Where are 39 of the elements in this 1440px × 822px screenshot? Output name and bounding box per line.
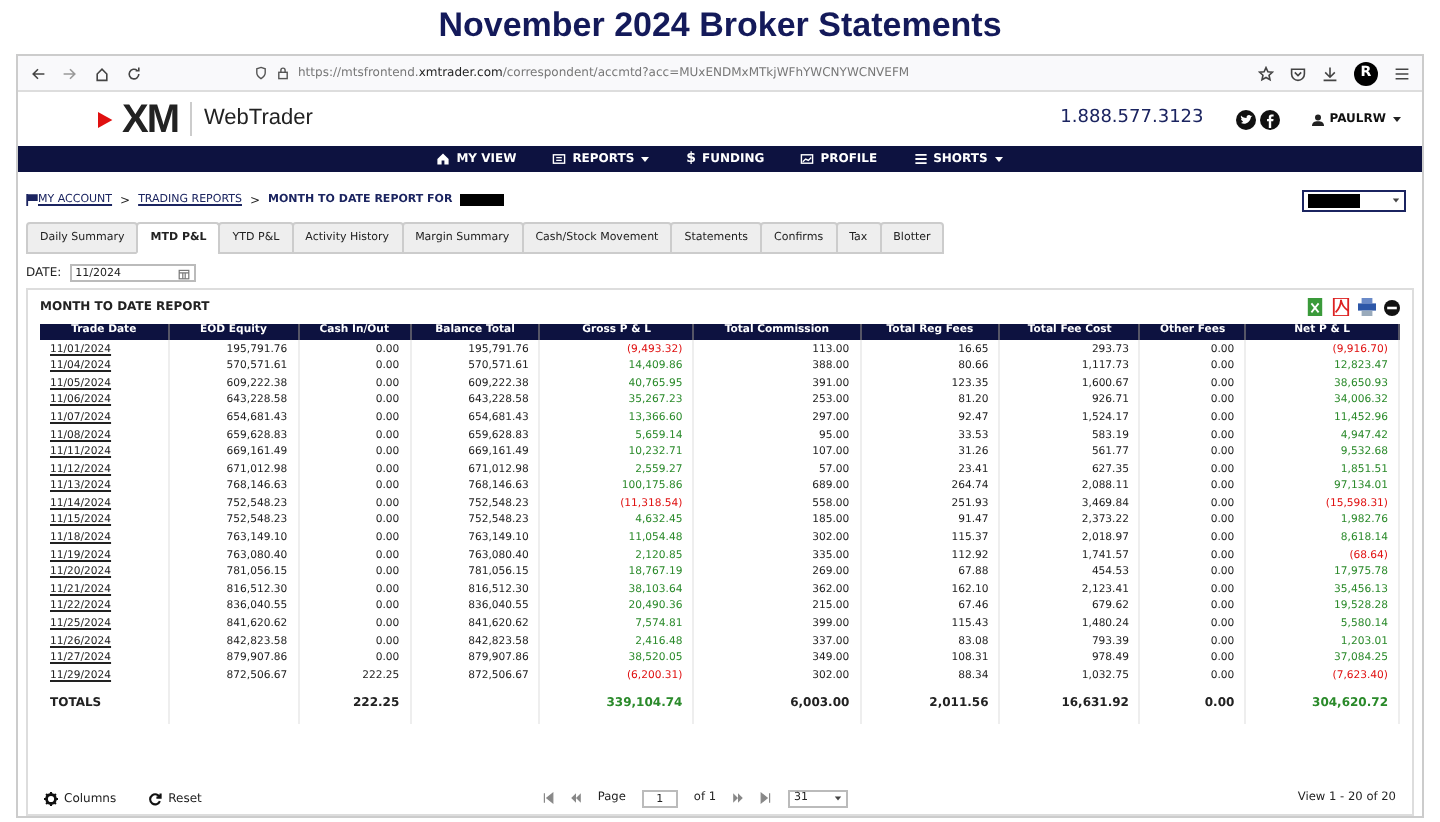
redaction-bar: [460, 194, 505, 206]
redaction-bar: [1308, 193, 1360, 207]
shield-icon: [254, 66, 268, 80]
forward-icon[interactable]: [62, 65, 78, 81]
picture-frame-icon: [800, 152, 815, 166]
logo-text[interactable]: XM: [122, 99, 178, 139]
previous-page-icon[interactable]: [569, 792, 582, 804]
pocket-icon[interactable]: [1290, 65, 1306, 81]
first-page-icon[interactable]: [541, 792, 554, 804]
facebook-icon[interactable]: [1259, 109, 1280, 129]
print-icon[interactable]: [1358, 298, 1376, 317]
refresh-icon: [148, 791, 163, 805]
account-select[interactable]: [1302, 189, 1406, 211]
last-page-icon[interactable]: [760, 792, 773, 804]
download-icon[interactable]: [1322, 65, 1338, 81]
reload-icon[interactable]: [126, 65, 142, 81]
lock-icon: [276, 66, 290, 80]
home-icon[interactable]: [94, 65, 110, 81]
page-title: November 2024 Broker Statements: [436, 4, 1004, 48]
caret-icon: [834, 794, 843, 802]
phone-number: 1.888.577.3123: [1060, 105, 1204, 132]
pdf-icon[interactable]: [1332, 298, 1350, 317]
next-page-icon[interactable]: [732, 792, 745, 804]
product-name: WebTrader: [190, 102, 313, 136]
report-icon: [552, 152, 567, 166]
twitter-icon[interactable]: [1235, 109, 1256, 129]
home-icon: [436, 152, 451, 166]
gear-icon: [44, 791, 58, 805]
back-icon[interactable]: [30, 65, 46, 81]
spreadsheet-icon[interactable]: [1306, 298, 1324, 317]
collapse-icon[interactable]: [1384, 299, 1400, 316]
star-icon[interactable]: [1258, 65, 1274, 81]
menu-icon[interactable]: [1394, 65, 1410, 81]
user-icon: [1311, 113, 1324, 125]
flag-icon: [26, 194, 38, 206]
caret-icon: [1392, 114, 1402, 124]
list-icon: [913, 152, 928, 166]
calendar-icon[interactable]: [177, 267, 190, 280]
caret-icon: [1392, 196, 1400, 204]
